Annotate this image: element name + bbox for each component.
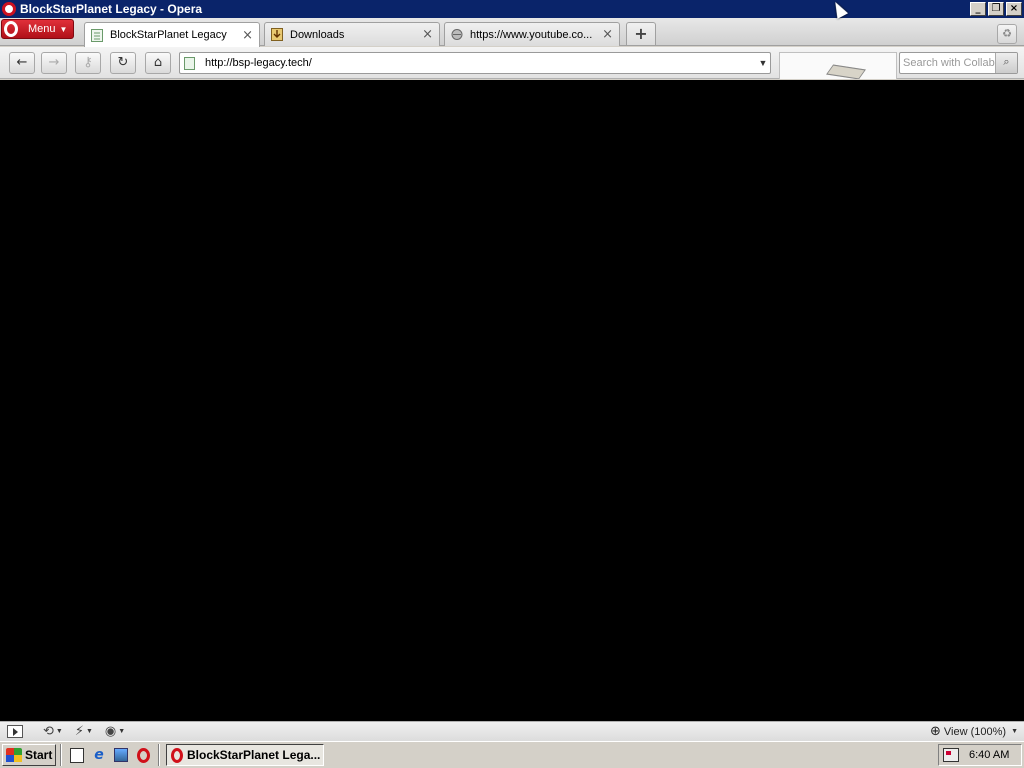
reload-button[interactable]: ↻	[110, 52, 136, 74]
chevron-down-icon[interactable]: ▼	[756, 58, 770, 68]
turbo-icon[interactable]: ◉ ▼	[105, 724, 125, 740]
page-content[interactable]	[0, 80, 1024, 721]
internet-explorer-icon[interactable]: e	[90, 746, 108, 764]
tab-close-icon[interactable]: ×	[242, 28, 253, 43]
menu-label: Menu	[28, 23, 56, 35]
tab-youtube[interactable]: https://www.youtube.co... ×	[444, 22, 620, 46]
tab-close-icon[interactable]: ×	[422, 27, 433, 42]
tab-close-icon[interactable]: ×	[602, 27, 613, 42]
opera-logo-icon	[2, 2, 16, 16]
opera-icon[interactable]	[134, 746, 152, 764]
zoom-label: View (100%)	[943, 725, 1007, 738]
task-label: BlockStarPlanet Lega...	[187, 748, 321, 762]
unite-icon[interactable]: ⚡ ▼	[75, 724, 93, 740]
page-icon	[184, 56, 195, 70]
home-button[interactable]: ⌂	[145, 52, 171, 74]
tab-label: BlockStarPlanet Legacy	[110, 29, 227, 41]
chevron-down-icon: ▼	[59, 24, 68, 34]
start-label: Start	[25, 748, 53, 762]
url-text[interactable]: http://bsp-legacy.tech/	[205, 57, 756, 69]
clock: 6:40 AM	[969, 749, 1010, 761]
tab-blockstarplanet[interactable]: BlockStarPlanet Legacy ×	[84, 22, 260, 47]
back-button[interactable]: ←	[9, 52, 35, 74]
close-button[interactable]: ×	[1006, 2, 1022, 16]
start-button[interactable]: Start	[2, 744, 56, 766]
key-icon[interactable]: ⚷	[75, 52, 101, 74]
taskbar-opera-window[interactable]: BlockStarPlanet Lega...	[166, 744, 324, 766]
address-bar[interactable]: http://bsp-legacy.tech/ ▼	[179, 52, 771, 74]
bookmark-thumbnail[interactable]	[779, 52, 897, 79]
opera-menu-button[interactable]: Menu ▼	[1, 19, 74, 39]
zoom-control[interactable]: ⊕ View (100%) ▼	[930, 724, 1018, 739]
network-icon[interactable]	[112, 746, 130, 764]
forward-button[interactable]: →	[41, 52, 67, 74]
tray-app-icon[interactable]	[943, 748, 959, 762]
taskbar: Start e BlockStarPlanet Lega... 6:40 AM	[0, 741, 1024, 768]
tab-downloads[interactable]: Downloads ×	[264, 22, 440, 46]
restore-button[interactable]: ❐	[988, 2, 1004, 16]
opera-icon	[171, 747, 183, 763]
chevron-down-icon: ▼	[1011, 728, 1018, 735]
tab-label: Downloads	[290, 28, 345, 41]
notepad-icon[interactable]	[68, 746, 86, 764]
navigation-toolbar: ← → ⚷ ↻ ⌂ http://bsp-legacy.tech/ ▼ Sear…	[0, 47, 1024, 79]
tab-strip: Menu ▼ BlockStarPlanet Legacy × Download…	[0, 18, 1024, 47]
thumbnail-image	[826, 64, 866, 79]
separator	[60, 744, 62, 766]
zoom-icon: ⊕	[929, 724, 941, 739]
separator	[158, 744, 160, 766]
minimize-button[interactable]: _	[970, 2, 986, 16]
status-bar: ⟲ ▼ ⚡ ▼ ◉ ▼ ⊕ View (100%) ▼	[0, 721, 1024, 741]
search-icon[interactable]: ⌕	[995, 53, 1017, 73]
windows-logo-icon	[6, 748, 22, 762]
globe-icon	[451, 29, 463, 40]
new-tab-button[interactable]: +	[626, 22, 656, 45]
window-controls: _ ❐ ×	[970, 2, 1022, 16]
page-icon	[91, 28, 103, 42]
system-tray: 6:40 AM	[938, 744, 1022, 766]
opera-o-icon	[4, 21, 18, 37]
download-icon	[271, 28, 283, 41]
window-title: BlockStarPlanet Legacy - Opera	[20, 2, 203, 16]
panel-toggle-icon[interactable]	[7, 725, 23, 738]
sync-icon[interactable]: ⟲ ▼	[43, 724, 63, 740]
tab-label: https://www.youtube.co...	[470, 28, 593, 41]
trash-icon[interactable]: ♻	[997, 24, 1017, 44]
search-placeholder: Search with Collab	[903, 57, 995, 69]
search-field[interactable]: Search with Collab ⌕	[899, 52, 1018, 74]
title-bar: BlockStarPlanet Legacy - Opera _ ❐ ×	[0, 0, 1024, 18]
